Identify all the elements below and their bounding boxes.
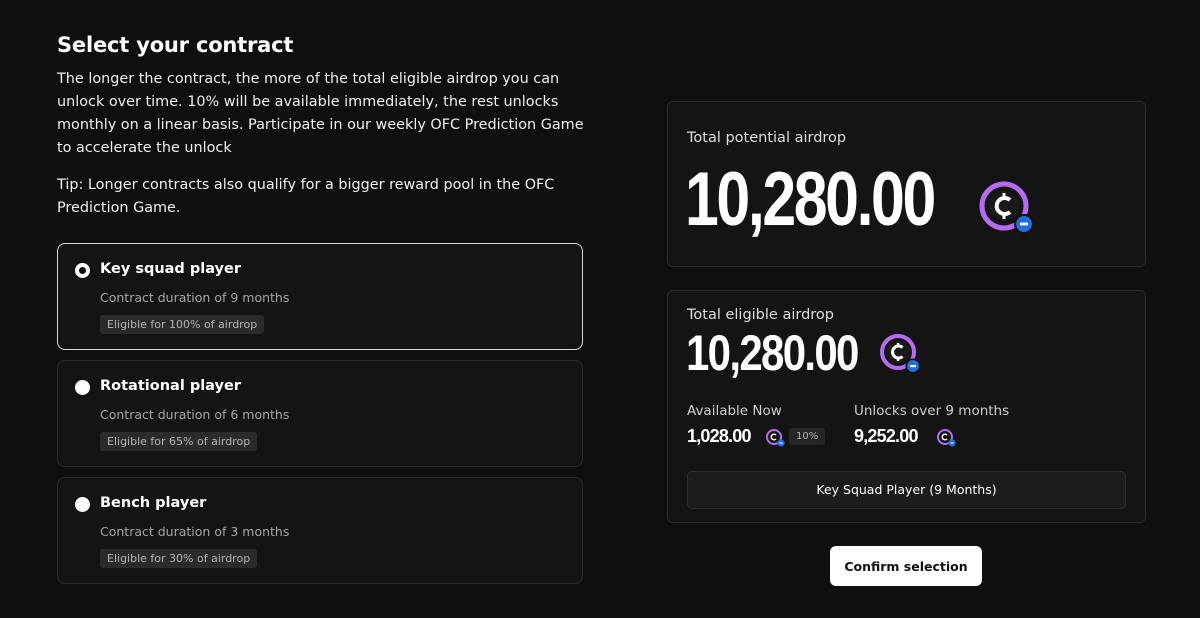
token-coin-icon bbox=[766, 429, 785, 447]
radio-icon[interactable] bbox=[75, 497, 90, 512]
eligible-airdrop-value: 10,280.00 bbox=[686, 325, 859, 381]
page-description: The longer the contract, the more of the… bbox=[57, 71, 584, 156]
radio-icon[interactable] bbox=[75, 380, 90, 395]
tip-text: Tip: Longer contracts also qualify for a… bbox=[57, 177, 555, 216]
option-duration: Contract duration of 3 months bbox=[100, 524, 290, 539]
option-key-squad-player[interactable]: Key squad player Contract duration of 9 … bbox=[57, 243, 583, 350]
option-eligibility-badge: Eligible for 100% of airdrop bbox=[100, 315, 265, 334]
unlocks-label: Unlocks over 9 months bbox=[854, 403, 1010, 419]
potential-airdrop-value: 10,280.00 bbox=[685, 157, 936, 242]
potential-airdrop-card: Total potential airdrop 10,280.00 bbox=[667, 101, 1146, 267]
token-coin-icon bbox=[937, 429, 956, 447]
option-title: Key squad player bbox=[100, 261, 241, 277]
radio-icon[interactable] bbox=[75, 263, 90, 278]
option-rotational-player[interactable]: Rotational player Contract duration of 6… bbox=[57, 360, 583, 467]
option-duration: Contract duration of 9 months bbox=[100, 290, 290, 305]
confirm-selection-button[interactable]: Confirm selection bbox=[830, 546, 982, 586]
option-bench-player[interactable]: Bench player Contract duration of 3 mont… bbox=[57, 477, 583, 584]
option-title: Rotational player bbox=[100, 378, 241, 394]
token-coin-icon bbox=[979, 181, 1034, 234]
contract-selection-page: Select your contract The longer the cont… bbox=[0, 0, 1200, 618]
unlocks-value: 9,252.00 bbox=[854, 426, 918, 446]
token-coin-icon bbox=[880, 334, 921, 374]
option-duration: Contract duration of 6 months bbox=[100, 407, 290, 422]
available-now-value: 1,028.00 bbox=[687, 426, 751, 446]
potential-airdrop-label: Total potential airdrop bbox=[687, 130, 847, 146]
eligible-airdrop-card: Total eligible airdrop 10,280.00 Availab… bbox=[667, 290, 1146, 523]
option-eligibility-badge: Eligible for 30% of airdrop bbox=[100, 549, 258, 568]
available-percent-badge: 10% bbox=[789, 428, 826, 445]
eligible-airdrop-label: Total eligible airdrop bbox=[687, 307, 834, 323]
page-title: Select your contract bbox=[57, 33, 294, 57]
option-title: Bench player bbox=[100, 495, 207, 511]
selected-contract-display: Key Squad Player (9 Months) bbox=[687, 471, 1126, 509]
option-eligibility-badge: Eligible for 65% of airdrop bbox=[100, 432, 258, 451]
intro-section: Select your contract The longer the cont… bbox=[57, 30, 585, 220]
available-now-label: Available Now bbox=[687, 403, 782, 419]
